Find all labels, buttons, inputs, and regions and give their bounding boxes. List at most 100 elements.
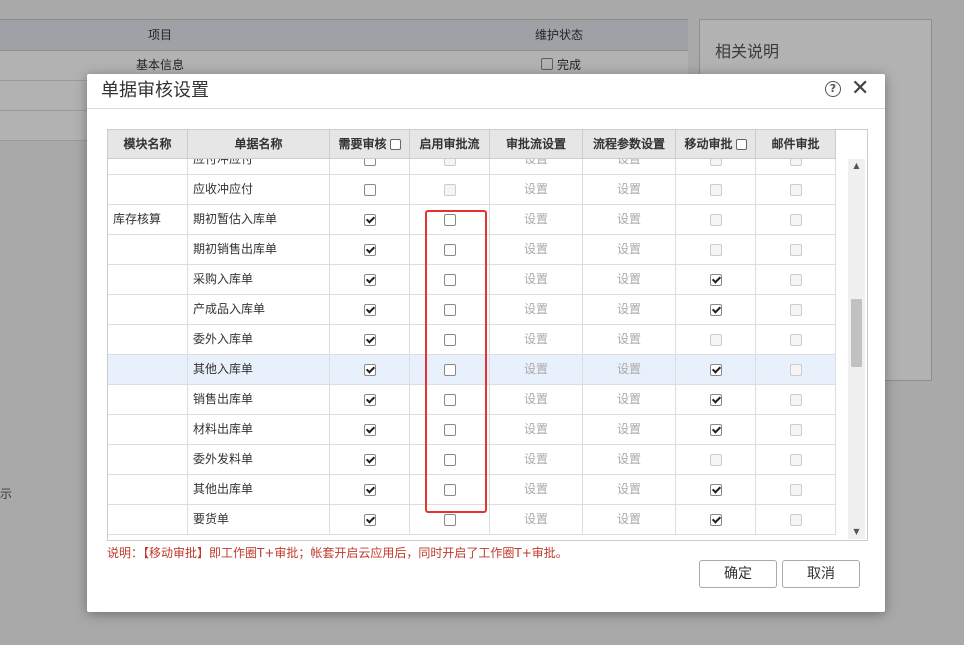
mail-approval-checkbox [789, 423, 802, 436]
param-setting-link[interactable]: 设置 [583, 385, 676, 415]
param-setting-link[interactable]: 设置 [583, 159, 676, 175]
need-audit-checkbox[interactable] [363, 183, 376, 196]
select-all-mobile-checkbox[interactable] [735, 139, 747, 150]
enable-flow-checkbox[interactable] [443, 513, 456, 526]
vertical-scrollbar[interactable]: ▲ ▼ [848, 159, 865, 539]
mobile-approval-checkbox[interactable] [709, 513, 722, 526]
need-audit-checkbox[interactable] [363, 159, 376, 166]
enable-flow-checkbox[interactable] [443, 213, 456, 226]
mail-approval-checkbox [789, 483, 802, 496]
param-setting-link[interactable]: 设置 [583, 355, 676, 385]
param-setting-link[interactable]: 设置 [583, 205, 676, 235]
mail-approval-checkbox [789, 243, 802, 256]
mobile-approval-checkbox[interactable] [709, 483, 722, 496]
param-setting-link[interactable]: 设置 [583, 325, 676, 355]
flow-setting-link[interactable]: 设置 [490, 159, 583, 175]
mobile-approval-checkbox[interactable] [709, 363, 722, 376]
mail-approval-cell [756, 445, 836, 475]
flow-setting-link[interactable]: 设置 [490, 505, 583, 535]
need-audit-checkbox[interactable] [363, 393, 376, 406]
need-audit-checkbox[interactable] [363, 453, 376, 466]
flow-setting-link[interactable]: 设置 [490, 235, 583, 265]
mail-approval-cell [756, 355, 836, 385]
table-row[interactable]: 委外入库单 设置 设置 [108, 325, 836, 355]
param-setting-link[interactable]: 设置 [583, 475, 676, 505]
table-row[interactable]: 材料出库单 设置 设置 [108, 415, 836, 445]
enable-flow-checkbox[interactable] [443, 363, 456, 376]
select-all-need-audit-checkbox[interactable] [389, 139, 401, 150]
mobile-approval-checkbox[interactable] [709, 273, 722, 286]
enable-flow-checkbox[interactable] [443, 423, 456, 436]
flow-setting-link[interactable]: 设置 [490, 295, 583, 325]
flow-setting-link[interactable]: 设置 [490, 415, 583, 445]
param-setting-link[interactable]: 设置 [583, 505, 676, 535]
need-audit-checkbox[interactable] [363, 273, 376, 286]
cancel-button[interactable]: 取消 [782, 560, 860, 588]
table-row[interactable]: 产成品入库单 设置 设置 [108, 295, 836, 325]
table-row[interactable]: 其他入库单 设置 设置 [108, 355, 836, 385]
param-setting-link[interactable]: 设置 [583, 295, 676, 325]
flow-setting-link[interactable]: 设置 [490, 175, 583, 205]
confirm-button[interactable]: 确定 [699, 560, 777, 588]
need-audit-checkbox[interactable] [363, 513, 376, 526]
need-audit-checkbox[interactable] [363, 483, 376, 496]
param-setting-link[interactable]: 设置 [583, 415, 676, 445]
param-setting-link[interactable]: 设置 [583, 175, 676, 205]
enable-flow-checkbox[interactable] [443, 393, 456, 406]
mobile-approval-checkbox[interactable] [709, 393, 722, 406]
need-audit-checkbox[interactable] [363, 333, 376, 346]
table-row[interactable]: 应收冲应付 设置 设置 [108, 175, 836, 205]
enable-flow-checkbox[interactable] [443, 333, 456, 346]
table-row[interactable]: 其他出库单 设置 设置 [108, 475, 836, 505]
enable-flow-checkbox[interactable] [443, 453, 456, 466]
mobile-approval-cell [676, 175, 756, 205]
document-name-cell: 产成品入库单 [188, 295, 330, 325]
module-name-cell [108, 235, 188, 265]
document-name-cell: 其他入库单 [188, 355, 330, 385]
flow-setting-link[interactable]: 设置 [490, 445, 583, 475]
table-row[interactable]: 委外发料单 设置 设置 [108, 445, 836, 475]
param-setting-link[interactable]: 设置 [583, 265, 676, 295]
need-audit-checkbox[interactable] [363, 423, 376, 436]
module-name-cell [108, 475, 188, 505]
flow-setting-link[interactable]: 设置 [490, 205, 583, 235]
need-audit-cell [330, 385, 410, 415]
mobile-approval-checkbox[interactable] [709, 303, 722, 316]
close-icon[interactable]: ✕ [851, 76, 869, 102]
mobile-approval-cell [676, 475, 756, 505]
flow-setting-link[interactable]: 设置 [490, 265, 583, 295]
need-audit-cell [330, 355, 410, 385]
flow-setting-link[interactable]: 设置 [490, 475, 583, 505]
enable-flow-cell [410, 445, 490, 475]
mobile-approval-checkbox[interactable] [709, 423, 722, 436]
table-row[interactable]: 采购入库单 设置 设置 [108, 265, 836, 295]
mail-approval-cell [756, 175, 836, 205]
scroll-up-arrow-icon[interactable]: ▲ [848, 159, 865, 173]
table-row[interactable]: 期初销售出库单 设置 设置 [108, 235, 836, 265]
module-name-cell [108, 415, 188, 445]
param-setting-link[interactable]: 设置 [583, 445, 676, 475]
flow-setting-link[interactable]: 设置 [490, 385, 583, 415]
need-audit-checkbox[interactable] [363, 213, 376, 226]
audit-settings-grid: 模块名称 单据名称 需要审核 启用审批流 审批流设置 流程参数设置 移动审批 邮… [107, 129, 868, 541]
enable-flow-checkbox[interactable] [443, 303, 456, 316]
table-row[interactable]: 应付冲应付 设置 设置 [108, 159, 836, 175]
module-name-cell [108, 295, 188, 325]
scroll-down-arrow-icon[interactable]: ▼ [848, 525, 865, 539]
need-audit-checkbox[interactable] [363, 303, 376, 316]
table-row[interactable]: 要货单 设置 设置 [108, 505, 836, 535]
enable-flow-checkbox[interactable] [443, 243, 456, 256]
need-audit-checkbox[interactable] [363, 243, 376, 256]
enable-flow-checkbox[interactable] [443, 483, 456, 496]
enable-flow-checkbox[interactable] [443, 273, 456, 286]
mobile-approval-cell [676, 415, 756, 445]
table-row[interactable]: 销售出库单 设置 设置 [108, 385, 836, 415]
question-circle-icon[interactable]: ? [825, 81, 841, 97]
scrollbar-thumb[interactable] [851, 299, 862, 367]
need-audit-checkbox[interactable] [363, 363, 376, 376]
need-audit-cell [330, 415, 410, 445]
flow-setting-link[interactable]: 设置 [490, 355, 583, 385]
param-setting-link[interactable]: 设置 [583, 235, 676, 265]
flow-setting-link[interactable]: 设置 [490, 325, 583, 355]
table-row[interactable]: 库存核算 期初暂估入库单 设置 设置 [108, 205, 836, 235]
